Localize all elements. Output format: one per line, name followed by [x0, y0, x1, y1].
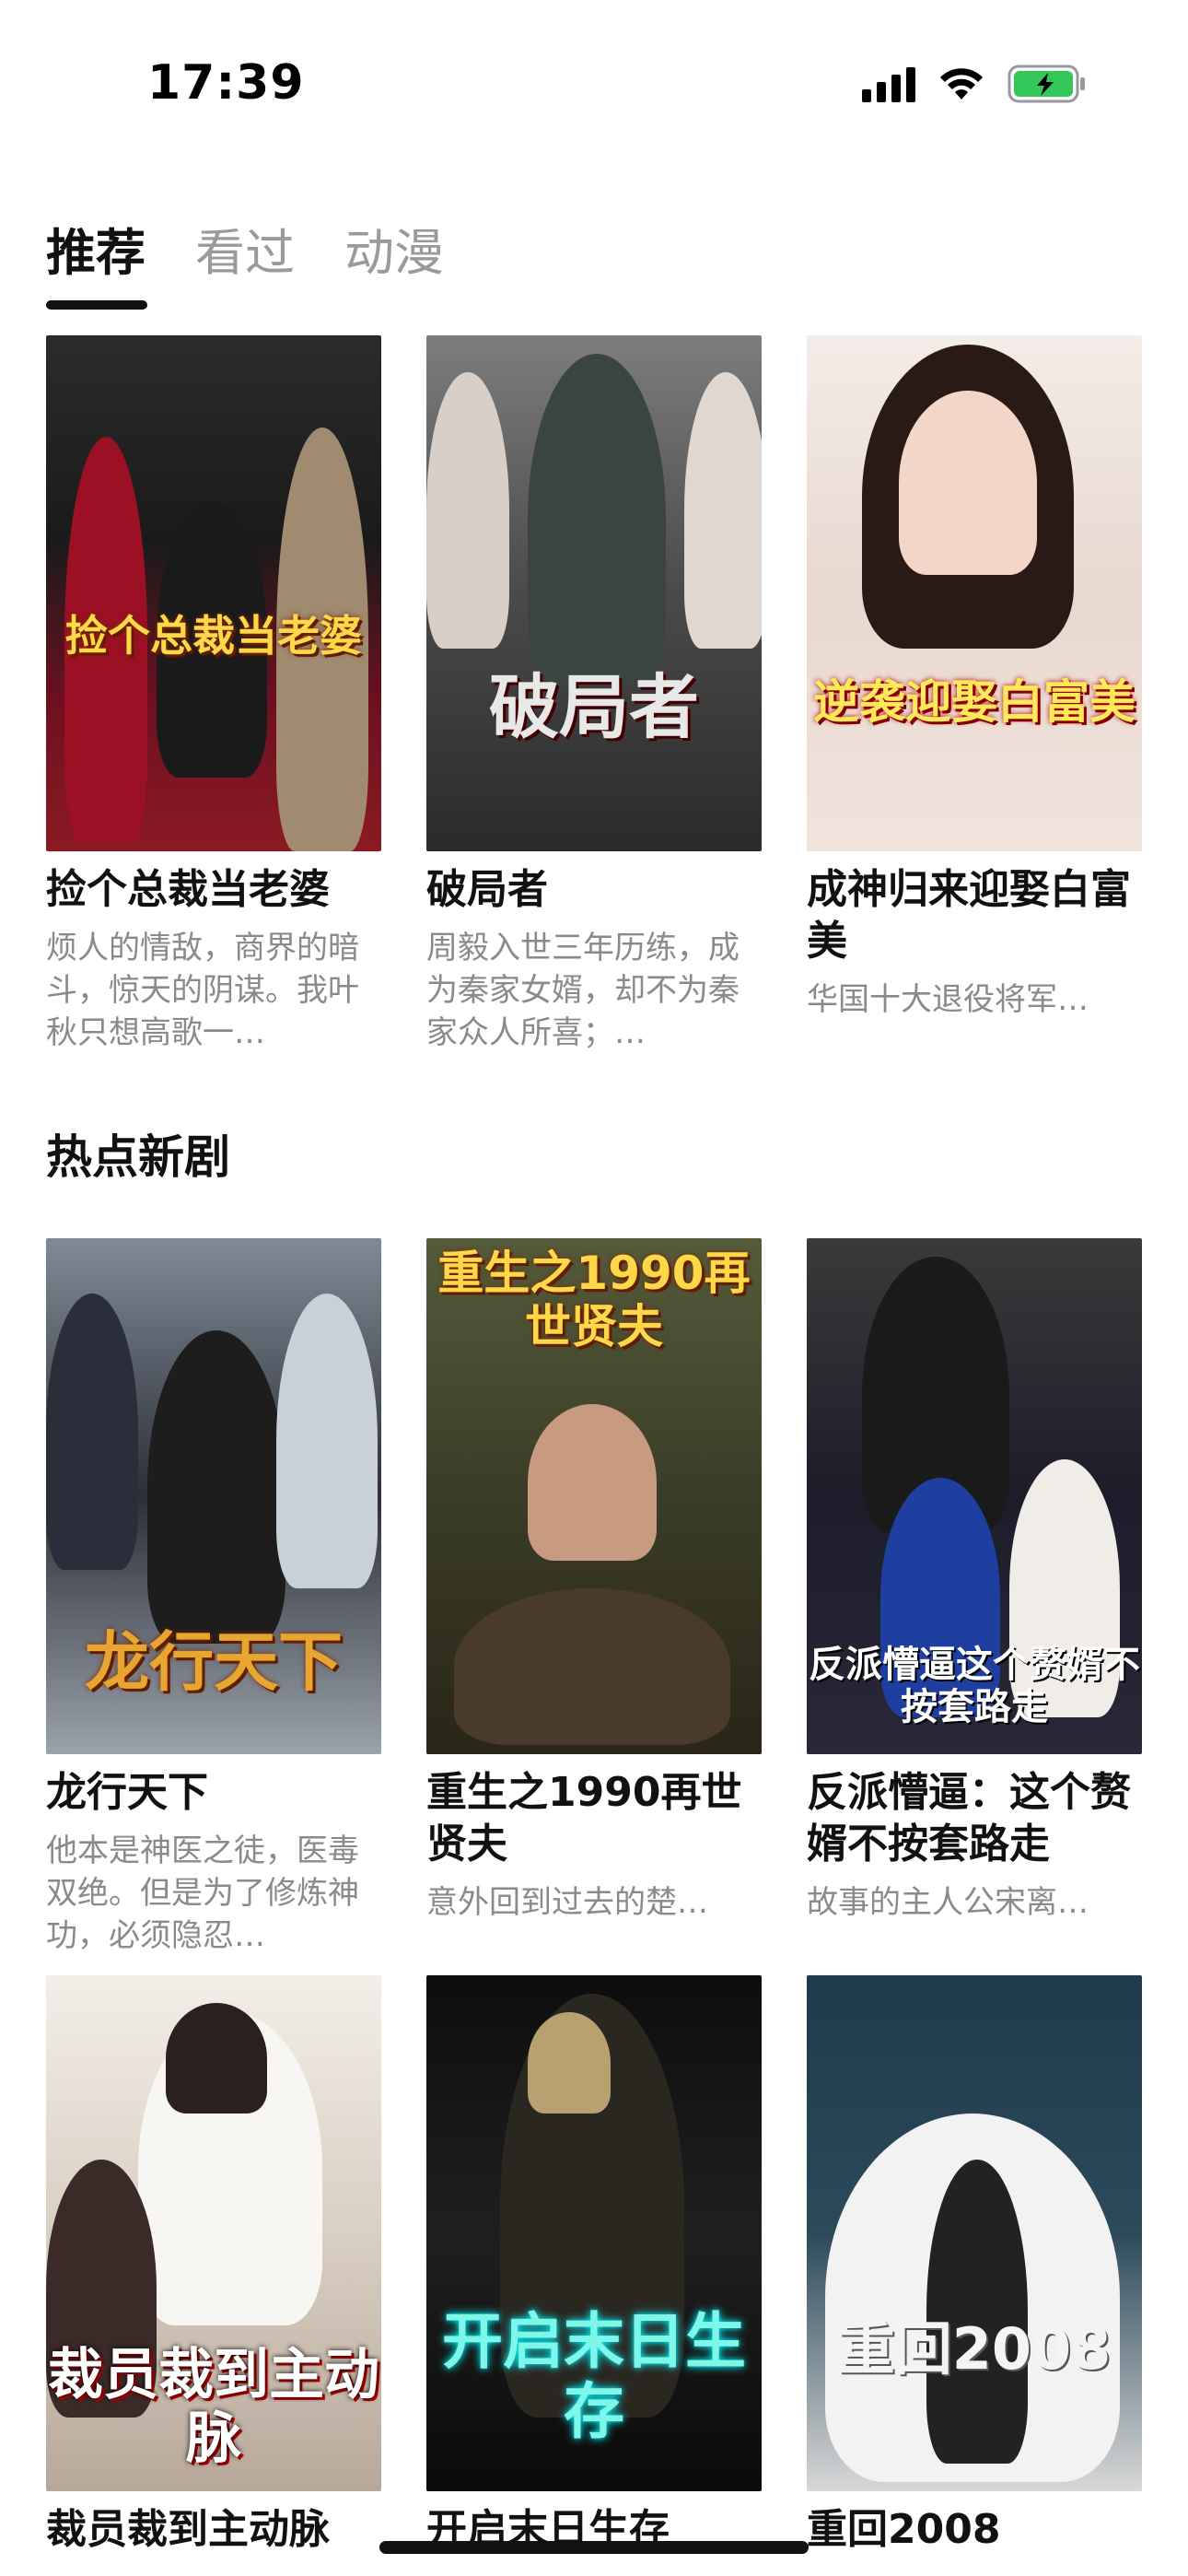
poster-title: 重生之1990再世贤夫 [437, 1247, 751, 1353]
drama-poster: 重生之1990再世贤夫 [426, 1238, 762, 1754]
poster-title: 龙行天下 [85, 1624, 343, 1700]
drama-card[interactable]: 破局者 破局者 周毅入世三年历练，成为秦家女婿，却不为秦家众人所喜；… [426, 335, 762, 1054]
drama-title: 重生之1990再世贤夫 [426, 1769, 742, 1868]
hot-grid: 龙行天下 龙行天下 他本是神医之徒，医毒双绝。但是为了修炼神功，必须隐忍… 重生… [46, 1238, 1142, 2567]
drama-description: 意外回到过去的楚… [426, 1884, 708, 1921]
tab-active-indicator [46, 300, 147, 310]
status-icons [862, 64, 1087, 103]
drama-poster: 重回2008 [807, 1975, 1142, 2491]
drama-title: 龙行天下 [46, 1769, 208, 1816]
battery-charging-icon [1007, 64, 1087, 103]
category-tabs: 推荐 看过 动漫 [46, 212, 444, 285]
drama-description: 华国十大退役将军… [807, 981, 1089, 1018]
recommended-grid: 捡个总裁当老婆 捡个总裁当老婆 烦人的情敌，商界的暗斗，惊天的阴谋。我叶秋只想高… [46, 335, 1142, 1054]
drama-title: 捡个总裁当老婆 [46, 866, 330, 913]
drama-poster: 破局者 [426, 335, 762, 851]
poster-title: 逆袭迎娶白富美 [813, 675, 1136, 729]
drama-title: 成神归来迎娶白富美 [807, 866, 1131, 965]
section-title-hot: 热点新剧 [46, 1130, 230, 1184]
drama-title: 破局者 [426, 866, 548, 913]
drama-card[interactable]: 重回2008 重回2008 [807, 1975, 1142, 2567]
drama-card[interactable]: 反派懵逼这个赘婿不按套路走 反派懵逼：这个赘婿不按套路走 故事的主人公宋离… [807, 1238, 1142, 1957]
drama-poster: 逆袭迎娶白富美 [807, 335, 1142, 851]
poster-title: 反派懵逼这个赘婿不按套路走 [809, 1644, 1140, 1728]
drama-description: 他本是神医之徒，医毒双绝。但是为了修炼神功，必须隐忍… [46, 1832, 359, 1954]
poster-title: 捡个总裁当老婆 [65, 611, 362, 661]
status-time: 17:39 [147, 55, 305, 111]
drama-title: 裁员裁到主动脉 [46, 2506, 330, 2553]
tab-anime[interactable]: 动漫 [344, 212, 444, 285]
drama-poster: 裁员裁到主动脉 [46, 1975, 381, 2491]
drama-poster: 捡个总裁当老婆 [46, 335, 381, 851]
poster-title: 破局者 [489, 666, 699, 748]
drama-card[interactable]: 捡个总裁当老婆 捡个总裁当老婆 烦人的情敌，商界的暗斗，惊天的阴谋。我叶秋只想高… [46, 335, 381, 1054]
status-bar: 17:39 [0, 0, 1188, 175]
drama-poster: 开启末日生存 [426, 1975, 762, 2491]
drama-description: 故事的主人公宋离… [807, 1884, 1089, 1921]
drama-card[interactable]: 龙行天下 龙行天下 他本是神医之徒，医毒双绝。但是为了修炼神功，必须隐忍… [46, 1238, 381, 1957]
cellular-signal-icon [862, 65, 915, 102]
poster-title: 开启末日生存 [442, 2306, 746, 2447]
drama-title: 重回2008 [807, 2506, 1001, 2553]
tab-watched[interactable]: 看过 [195, 212, 295, 285]
drama-card[interactable]: 重生之1990再世贤夫 重生之1990再世贤夫 意外回到过去的楚… [426, 1238, 762, 1957]
poster-title: 裁员裁到主动脉 [48, 2343, 379, 2471]
drama-poster: 龙行天下 [46, 1238, 381, 1754]
wifi-icon [938, 66, 985, 101]
drama-card[interactable]: 逆袭迎娶白富美 成神归来迎娶白富美 华国十大退役将军… [807, 335, 1142, 1054]
drama-description: 烦人的情敌，商界的暗斗，惊天的阴谋。我叶秋只想高歌一… [46, 930, 359, 1051]
home-indicator[interactable] [379, 2541, 809, 2554]
drama-description: 周毅入世三年历练，成为秦家女婿，却不为秦家众人所喜；… [426, 930, 740, 1051]
drama-card[interactable]: 裁员裁到主动脉 裁员裁到主动脉 [46, 1975, 381, 2567]
drama-title: 反派懵逼：这个赘婿不按套路走 [807, 1769, 1131, 1868]
drama-poster: 反派懵逼这个赘婿不按套路走 [807, 1238, 1142, 1754]
poster-title: 重回2008 [837, 2315, 1112, 2383]
drama-card[interactable]: 开启末日生存 开启末日生存 [426, 1975, 762, 2567]
tab-recommended[interactable]: 推荐 [46, 212, 146, 285]
